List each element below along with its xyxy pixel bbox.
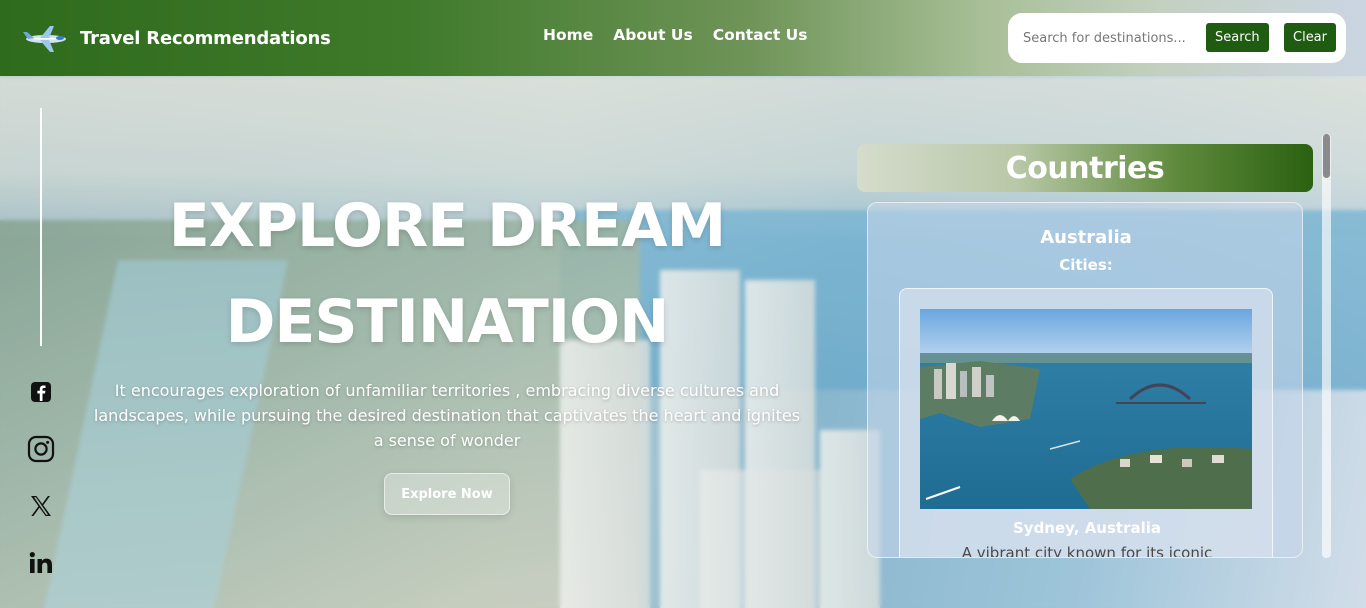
countries-scrollbar[interactable] xyxy=(1322,134,1331,558)
nav-contact-link[interactable]: Contact Us xyxy=(713,26,808,44)
brand[interactable]: Travel Recommendations xyxy=(20,22,331,54)
countries-heading-bar: Countries xyxy=(857,144,1313,192)
instagram-icon[interactable] xyxy=(27,435,55,463)
hero-title-line-2: DESTINATION xyxy=(225,287,670,357)
explore-now-button[interactable]: Explore Now xyxy=(384,473,510,515)
sydney-harbour-image xyxy=(920,309,1252,509)
city-description: A vibrant city known for its iconic xyxy=(961,544,1213,558)
airplane-logo-icon xyxy=(23,26,66,52)
nav-home-link[interactable]: Home xyxy=(543,26,593,44)
top-navbar: Travel Recommendations Home About Us Con… xyxy=(0,0,1366,76)
facebook-icon[interactable] xyxy=(27,378,55,406)
countries-scroll-thumb[interactable] xyxy=(1323,134,1330,178)
clear-button[interactable]: Clear xyxy=(1284,23,1336,52)
main-nav: Home About Us Contact Us xyxy=(543,26,807,44)
city-name: Sydney, Australia xyxy=(1012,519,1161,537)
city-card: Sydney, Australia A vibrant city known f… xyxy=(899,288,1273,558)
cities-label: Cities: xyxy=(1059,256,1113,274)
countries-heading: Countries xyxy=(1005,150,1165,186)
country-name: Australia xyxy=(1040,227,1132,248)
search-button[interactable]: Search xyxy=(1206,23,1269,52)
x-twitter-icon[interactable] xyxy=(27,492,55,520)
social-divider xyxy=(40,108,42,346)
search-input[interactable] xyxy=(1023,30,1195,46)
country-card: Australia Cities: Sydney, Australia A vi… xyxy=(867,202,1303,558)
hero-description: It encourages exploration of unfamiliar … xyxy=(93,381,801,450)
brand-name: Travel Recommendations xyxy=(80,27,331,49)
nav-about-link[interactable]: About Us xyxy=(613,26,692,44)
search-container: Search Clear xyxy=(1008,13,1346,63)
hero-title-line-1: EXPLORE DREAM xyxy=(168,191,727,261)
hero-title: EXPLORE DREAM DESTINATION xyxy=(87,178,807,370)
linkedin-icon[interactable] xyxy=(27,549,55,577)
